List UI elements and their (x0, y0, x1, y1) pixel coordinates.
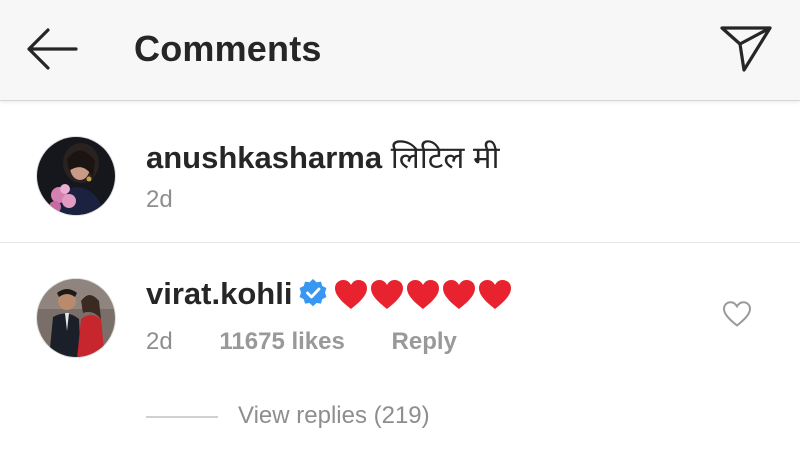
top-bar: Comments (0, 0, 800, 101)
comment-body: anushkasharma लिटिल मी (146, 136, 500, 178)
heart-emoji-icon (335, 279, 368, 309)
comment-age: 2d (146, 328, 173, 355)
likes-count[interactable]: 11675 likes (219, 328, 344, 355)
heart-emoji-icon (371, 279, 404, 309)
comment-username[interactable]: virat.kohli (146, 276, 292, 311)
page-title: Comments (134, 28, 322, 69)
avatar[interactable] (36, 136, 116, 216)
avatar[interactable] (36, 278, 116, 358)
heart-emoji-icon (407, 279, 440, 309)
comment-meta: 2d (146, 186, 173, 214)
comment-text: लिटिल मी (390, 140, 500, 175)
heart-emoji-icon (443, 279, 476, 309)
view-replies-button[interactable]: View replies (219) (238, 402, 430, 430)
comment-body: virat.kohli (146, 276, 514, 314)
arrow-left-icon[interactable] (24, 26, 80, 72)
verified-badge-icon (300, 278, 327, 307)
paper-plane-icon[interactable] (718, 22, 774, 74)
replies-divider-line (146, 416, 218, 418)
profile-photo (37, 279, 115, 357)
comment-meta: 2d 11675 likes Reply (146, 328, 457, 356)
reply-button[interactable]: Reply (392, 328, 457, 355)
comment-text (334, 275, 514, 311)
divider (0, 242, 800, 243)
comment-username[interactable]: anushkasharma (146, 140, 382, 175)
heart-emoji-icon (479, 279, 512, 309)
profile-photo (37, 137, 115, 215)
heart-outline-icon[interactable] (722, 300, 752, 328)
comment-age: 2d (146, 186, 173, 213)
